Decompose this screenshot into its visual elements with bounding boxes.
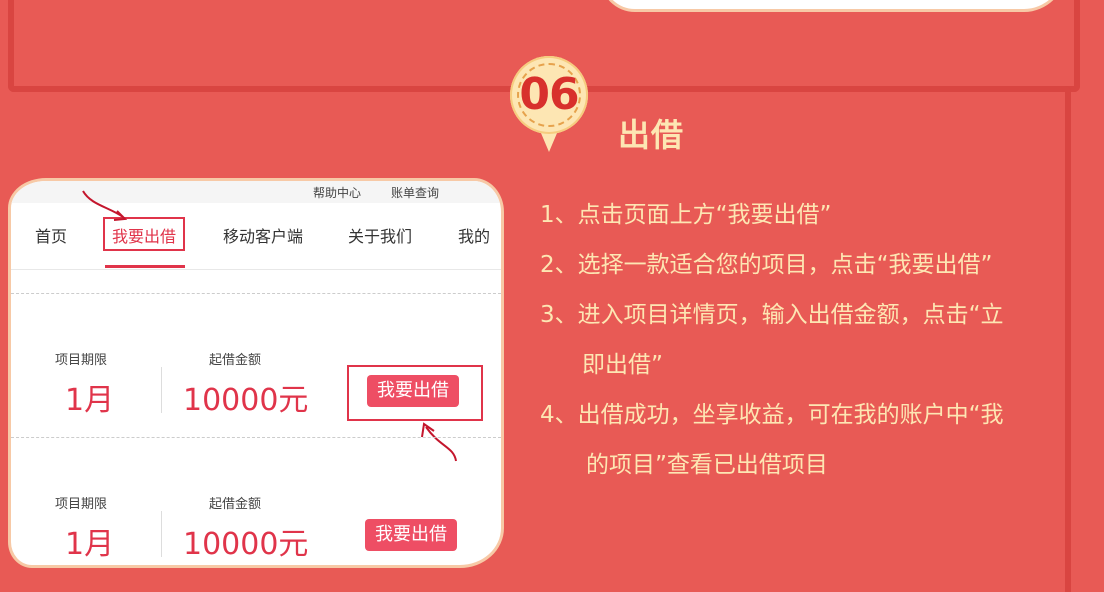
- instruction-4-continued: 的项目”查看已出借项目: [586, 452, 828, 478]
- instruction-4: 4、出借成功，坐享收益，可在我的账户中“我 的项目”查看已出借项目: [540, 390, 1060, 490]
- instruction-3-continued: 即出借”: [582, 352, 663, 378]
- invest-button[interactable]: 我要出借: [365, 519, 457, 551]
- min-amount-value: 10000元: [183, 527, 309, 562]
- instruction-4-text: 4、出借成功，坐享收益，可在我的账户中“我: [540, 402, 1004, 428]
- nav-my-account[interactable]: 我的: [458, 223, 490, 247]
- invest-button[interactable]: 我要出借: [367, 375, 459, 407]
- nav-home[interactable]: 首页: [35, 223, 67, 247]
- previous-step-panel-edge: [600, 0, 1066, 12]
- step-title: 出借: [618, 116, 685, 154]
- website-screenshot: 帮助中心 账单查询 首页 我要出借 移动客户端 关于我们 我的 项目期限 1月 …: [8, 178, 504, 568]
- bill-query-link[interactable]: 账单查询: [391, 181, 439, 205]
- step-badge: 06: [510, 56, 590, 158]
- help-center-link[interactable]: 帮助中心: [313, 181, 361, 205]
- divider: [11, 293, 501, 294]
- divider: [11, 437, 501, 438]
- curved-arrow-icon: [421, 422, 457, 462]
- step-number: 06: [519, 69, 579, 120]
- min-amount-label: 起借金额: [209, 497, 262, 512]
- instruction-3-text: 3、进入项目详情页，输入出借金额，点击“立: [540, 302, 1004, 328]
- nav-about-us[interactable]: 关于我们: [348, 223, 412, 247]
- term-value: 1月: [65, 527, 115, 562]
- curved-arrow-icon: [82, 190, 128, 221]
- instruction-3: 3、进入项目详情页，输入出借金额，点击“立 即出借”: [540, 290, 1060, 390]
- min-amount-value: 10000元: [183, 383, 309, 418]
- instruction-list: 1、点击页面上方“我要出借” 2、选择一款适合您的项目，点击“我要出借” 3、进…: [540, 190, 1060, 490]
- instruction-1: 1、点击页面上方“我要出借”: [540, 190, 1060, 240]
- term-label: 项目期限: [55, 353, 108, 368]
- instruction-1-text: 1、点击页面上方“我要出借”: [540, 202, 832, 228]
- nav-active-underline: [105, 265, 185, 268]
- nav-mobile-client[interactable]: 移动客户端: [223, 223, 303, 247]
- instruction-2-text: 2、选择一款适合您的项目，点击“我要出借”: [540, 252, 993, 278]
- min-amount-label: 起借金额: [209, 353, 262, 368]
- term-label: 项目期限: [55, 497, 108, 512]
- column-divider: [161, 511, 162, 557]
- instruction-2: 2、选择一款适合您的项目，点击“我要出借”: [540, 240, 1060, 290]
- column-divider: [161, 367, 162, 413]
- term-value: 1月: [65, 383, 115, 418]
